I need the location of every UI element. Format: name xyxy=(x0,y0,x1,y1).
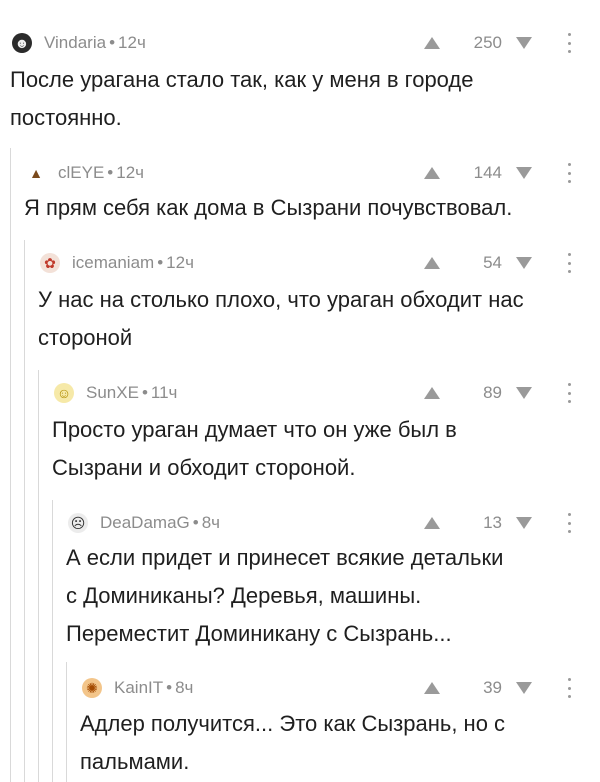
sketch-face-avatar-icon[interactable]: ☹ xyxy=(68,513,88,533)
red-character-avatar-icon[interactable]: ✿ xyxy=(40,253,60,273)
downvote-icon[interactable] xyxy=(516,167,532,179)
upvote-icon[interactable] xyxy=(424,517,440,529)
comment-text-line: с Доминиканы? Деревья, машины. xyxy=(66,583,422,608)
author-name[interactable]: DeaDamaG xyxy=(100,513,190,532)
meta-separator: • xyxy=(192,513,199,532)
upvote-icon[interactable] xyxy=(424,167,440,179)
author-name[interactable]: Vindaria xyxy=(44,33,106,52)
comment-header: ✺ KainIT • 8ч xyxy=(82,673,193,703)
upvote-icon[interactable] xyxy=(424,387,440,399)
vote-count: 54 xyxy=(483,253,502,272)
thread-rail-2[interactable] xyxy=(24,240,25,782)
comment-header: ▲ clEYE • 12ч xyxy=(26,158,144,188)
downvote-icon[interactable] xyxy=(516,37,532,49)
vote-controls: 54 xyxy=(424,248,572,278)
comment-text-line: постоянно. xyxy=(10,105,122,130)
comment-text-line: стороной xyxy=(38,325,133,350)
yellow-face-avatar-icon[interactable]: ☺ xyxy=(54,383,74,403)
comment-meta: KainIT • 8ч xyxy=(114,678,193,698)
vote-controls: 39 xyxy=(424,673,572,703)
author-name[interactable]: icemaniam xyxy=(72,253,154,272)
downvote-icon[interactable] xyxy=(516,387,532,399)
comment-text-line: Я прям себя как дома в Сызрани почувство… xyxy=(24,195,513,220)
vote-controls: 250 xyxy=(424,28,572,58)
vote-count: 89 xyxy=(483,383,502,402)
comment-text-line: Переместит Доминикану с Сызрань... xyxy=(66,621,452,646)
vote-count: 39 xyxy=(483,678,502,697)
dark-portrait-avatar-icon[interactable]: ☻ xyxy=(12,33,32,53)
comment-meta: icemaniam • 12ч xyxy=(72,253,194,273)
upvote-icon[interactable] xyxy=(424,257,440,269)
meta-separator: • xyxy=(109,33,116,52)
meta-separator: • xyxy=(166,678,173,697)
comment-header: ☻ Vindaria • 12ч xyxy=(12,28,146,58)
comment-time: 8ч xyxy=(201,513,221,532)
thread-rail-5[interactable] xyxy=(66,662,67,782)
comment-text-line: У нас на столько плохо, что ураган обход… xyxy=(38,287,524,312)
comment-time: 12ч xyxy=(118,33,146,52)
vote-count: 250 xyxy=(473,33,502,52)
meta-separator: • xyxy=(141,383,148,402)
author-name[interactable]: KainIT xyxy=(114,678,163,697)
more-options-icon[interactable] xyxy=(566,253,572,273)
vote-count: 13 xyxy=(483,513,502,532)
meta-separator: • xyxy=(107,163,114,182)
comment-text-line: Сызрани и обходит стороной. xyxy=(52,455,356,480)
comment-text: А если придет и принесет всякие детальки… xyxy=(66,539,590,653)
more-options-icon[interactable] xyxy=(566,33,572,53)
comment-text-line: Просто ураган думает что он уже был в xyxy=(52,417,457,442)
downvote-icon[interactable] xyxy=(516,517,532,529)
comment-meta: SunXE • 11ч xyxy=(86,383,177,403)
comment-time: 12ч xyxy=(116,163,145,182)
comment-text: После урагана стало так, как у меня в го… xyxy=(10,61,590,137)
more-options-icon[interactable] xyxy=(566,383,572,403)
comment-meta: clEYE • 12ч xyxy=(58,163,144,183)
thread-rail-3[interactable] xyxy=(38,370,39,782)
comment-text: Просто ураган думает что он уже был в Сы… xyxy=(52,411,590,487)
comment-text: Адлер получится... Это как Сызрань, но с… xyxy=(80,705,590,781)
more-options-icon[interactable] xyxy=(566,163,572,183)
comment-meta: DeaDamaG • 8ч xyxy=(100,513,220,533)
upvote-icon[interactable] xyxy=(424,682,440,694)
comment-time: 12ч xyxy=(166,253,194,272)
vote-controls: 144 xyxy=(424,158,572,188)
comment-header: ☺ SunXE • 11ч xyxy=(54,378,177,408)
more-options-icon[interactable] xyxy=(566,513,572,533)
author-name[interactable]: SunXE xyxy=(86,383,139,402)
author-name[interactable]: clEYE xyxy=(58,163,104,182)
vote-controls: 13 xyxy=(424,508,572,538)
comment-meta: Vindaria • 12ч xyxy=(44,33,146,53)
vote-count: 144 xyxy=(473,163,502,182)
thread-rail-4[interactable] xyxy=(52,500,53,782)
comment-text-line: После урагана стало так, как у меня в го… xyxy=(10,67,474,92)
downvote-icon[interactable] xyxy=(516,682,532,694)
comment-text-line: пальмами. xyxy=(80,749,190,774)
comment-text: Я прям себя как дома в Сызрани почувство… xyxy=(24,189,590,227)
comment-text: У нас на столько плохо, что ураган обход… xyxy=(38,281,590,357)
orange-character-avatar-icon[interactable]: ✺ xyxy=(82,678,102,698)
vote-controls: 89 xyxy=(424,378,572,408)
comment-header: ✿ icemaniam • 12ч xyxy=(40,248,194,278)
comment-text-line: Адлер получится... Это как Сызрань, но с xyxy=(80,711,506,736)
more-options-icon[interactable] xyxy=(566,678,572,698)
downvote-icon[interactable] xyxy=(516,257,532,269)
comment-time: 8ч xyxy=(175,678,194,697)
thread-rail-1[interactable] xyxy=(10,148,11,782)
upvote-icon[interactable] xyxy=(424,37,440,49)
comment-time: 11ч xyxy=(150,383,178,402)
comment-header: ☹ DeaDamaG • 8ч xyxy=(68,508,220,538)
meta-separator: • xyxy=(157,253,164,272)
comment-text-line: А если придет и принесет всякие детальки xyxy=(66,545,504,570)
poop-emoji-avatar-icon[interactable]: ▲ xyxy=(26,163,46,183)
